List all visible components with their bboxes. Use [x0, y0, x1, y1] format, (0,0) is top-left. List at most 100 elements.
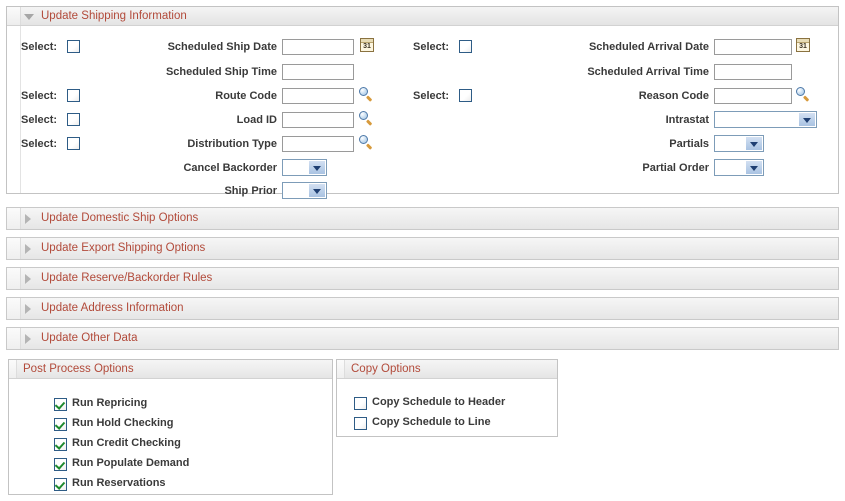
section-update-reserve-backorder-rules[interactable]: Update Reserve/Backorder Rules	[6, 267, 839, 290]
post-process-options-title: Post Process Options	[23, 363, 134, 375]
panel-header-rail	[337, 360, 345, 378]
select-label-ship-date: Select:	[21, 41, 58, 53]
triangle-right-icon[interactable]	[25, 334, 31, 344]
magnifier-icon-handle	[365, 119, 373, 126]
load-id-input[interactable]	[282, 112, 354, 128]
magnifier-icon[interactable]	[796, 87, 810, 102]
label-run-hold-checking: Run Hold Checking	[72, 417, 174, 429]
section-title: Update Address Information	[41, 302, 184, 314]
select-label-reason-code: Select:	[413, 90, 450, 102]
section-rail	[7, 328, 21, 349]
section-title: Update Reserve/Backorder Rules	[41, 272, 213, 284]
post-process-options-panel: Post Process Options Run Repricing Run H…	[8, 359, 333, 495]
checkbox-run-repricing[interactable]	[54, 398, 67, 411]
field-label-partials: Partials	[669, 138, 709, 150]
label-copy-schedule-to-header: Copy Schedule to Header	[372, 396, 506, 408]
chevron-down-icon[interactable]	[745, 137, 762, 150]
field-label-load-id: Load ID	[236, 114, 277, 126]
magnifier-icon[interactable]	[359, 111, 373, 126]
checkbox-run-hold-checking[interactable]	[54, 418, 67, 431]
triangle-right-icon[interactable]	[25, 304, 31, 314]
field-label-ship-prior: Ship Prior	[224, 185, 277, 197]
scheduled-arrival-time-input[interactable]	[714, 64, 792, 80]
distribution-type-input[interactable]	[282, 136, 354, 152]
field-label-reason-code: Reason Code	[638, 90, 709, 102]
ship-prior-dropdown[interactable]	[282, 182, 327, 199]
route-code-input[interactable]	[282, 88, 354, 104]
update-shipping-information-group: Update Shipping Information Select: Sche…	[6, 6, 839, 199]
section-title: Update Domestic Ship Options	[41, 212, 199, 224]
section-rail	[7, 238, 21, 259]
partials-dropdown[interactable]	[714, 135, 764, 152]
group-title-shipping: Update Shipping Information	[41, 10, 187, 22]
copy-options-header: Copy Options	[337, 360, 557, 379]
select-checkbox-arrival-date[interactable]	[459, 40, 472, 53]
chevron-down-icon[interactable]	[308, 161, 325, 174]
field-label-cancel-backorder: Cancel Backorder	[183, 162, 277, 174]
section-title: Update Export Shipping Options	[41, 242, 206, 254]
post-process-options-header: Post Process Options	[9, 360, 332, 379]
field-label-scheduled-arrival-date: Scheduled Arrival Date	[588, 41, 709, 53]
checkbox-copy-schedule-to-header[interactable]	[354, 397, 367, 410]
intrastat-dropdown[interactable]	[714, 111, 817, 128]
scheduled-arrival-date-input[interactable]	[714, 39, 792, 55]
panel-header-rail	[9, 360, 17, 378]
magnifier-icon-handle	[365, 95, 373, 102]
copy-options-panel: Copy Options Copy Schedule to Header Cop…	[336, 359, 558, 437]
magnifier-icon-glass	[359, 135, 368, 144]
magnifier-icon[interactable]	[359, 135, 373, 150]
checkbox-run-credit-checking[interactable]	[54, 438, 67, 451]
field-label-distribution-type: Distribution Type	[187, 138, 277, 150]
select-checkbox-distribution-type[interactable]	[67, 137, 80, 150]
field-label-partial-order: Partial Order	[642, 162, 709, 174]
field-label-route-code: Route Code	[215, 90, 277, 102]
triangle-down-icon[interactable]	[24, 14, 34, 20]
magnifier-icon-glass	[359, 111, 368, 120]
select-checkbox-reason-code[interactable]	[459, 89, 472, 102]
label-run-reservations: Run Reservations	[72, 477, 166, 489]
select-checkbox-load-id[interactable]	[67, 113, 80, 126]
label-copy-schedule-to-line: Copy Schedule to Line	[372, 416, 491, 428]
calendar-icon-day: 31	[363, 43, 371, 50]
section-update-export-shipping-options[interactable]: Update Export Shipping Options	[6, 237, 839, 260]
scheduled-ship-date-input[interactable]	[282, 39, 354, 55]
checkbox-copy-schedule-to-line[interactable]	[354, 417, 367, 430]
triangle-right-icon[interactable]	[25, 244, 31, 254]
section-rail	[7, 208, 21, 229]
chevron-down-icon[interactable]	[308, 184, 325, 197]
select-checkbox-ship-date[interactable]	[67, 40, 80, 53]
group-header-shipping[interactable]: Update Shipping Information	[7, 7, 838, 26]
section-update-other-data[interactable]: Update Other Data	[6, 327, 839, 350]
triangle-right-icon[interactable]	[25, 274, 31, 284]
magnifier-icon-handle	[802, 95, 810, 102]
checkbox-run-reservations[interactable]	[54, 478, 67, 491]
section-update-address-information[interactable]: Update Address Information	[6, 297, 839, 320]
group-body-rail	[7, 26, 21, 193]
group-header-rail	[7, 7, 21, 25]
select-label-route-code: Select:	[21, 90, 58, 102]
calendar-icon[interactable]: 31	[360, 38, 374, 52]
triangle-right-icon[interactable]	[25, 214, 31, 224]
cancel-backorder-dropdown[interactable]	[282, 159, 327, 176]
label-run-credit-checking: Run Credit Checking	[72, 437, 181, 449]
field-label-scheduled-ship-time: Scheduled Ship Time	[165, 66, 277, 78]
magnifier-icon-glass	[359, 87, 368, 96]
magnifier-icon-glass	[796, 87, 805, 96]
section-update-domestic-ship-options[interactable]: Update Domestic Ship Options	[6, 207, 839, 230]
reason-code-input[interactable]	[714, 88, 792, 104]
select-checkbox-route-code[interactable]	[67, 89, 80, 102]
magnifier-icon[interactable]	[359, 87, 373, 102]
section-title: Update Other Data	[41, 332, 138, 344]
field-label-scheduled-ship-date: Scheduled Ship Date	[167, 41, 277, 53]
section-rail	[7, 268, 21, 289]
chevron-down-icon[interactable]	[798, 113, 815, 126]
checkbox-run-populate-demand[interactable]	[54, 458, 67, 471]
copy-options-title: Copy Options	[351, 363, 421, 375]
scheduled-ship-time-input[interactable]	[282, 64, 354, 80]
label-run-repricing: Run Repricing	[72, 397, 148, 409]
section-rail	[7, 298, 21, 319]
partial-order-dropdown[interactable]	[714, 159, 764, 176]
label-run-populate-demand: Run Populate Demand	[72, 457, 190, 469]
chevron-down-icon[interactable]	[745, 161, 762, 174]
calendar-icon[interactable]: 31	[796, 38, 810, 52]
